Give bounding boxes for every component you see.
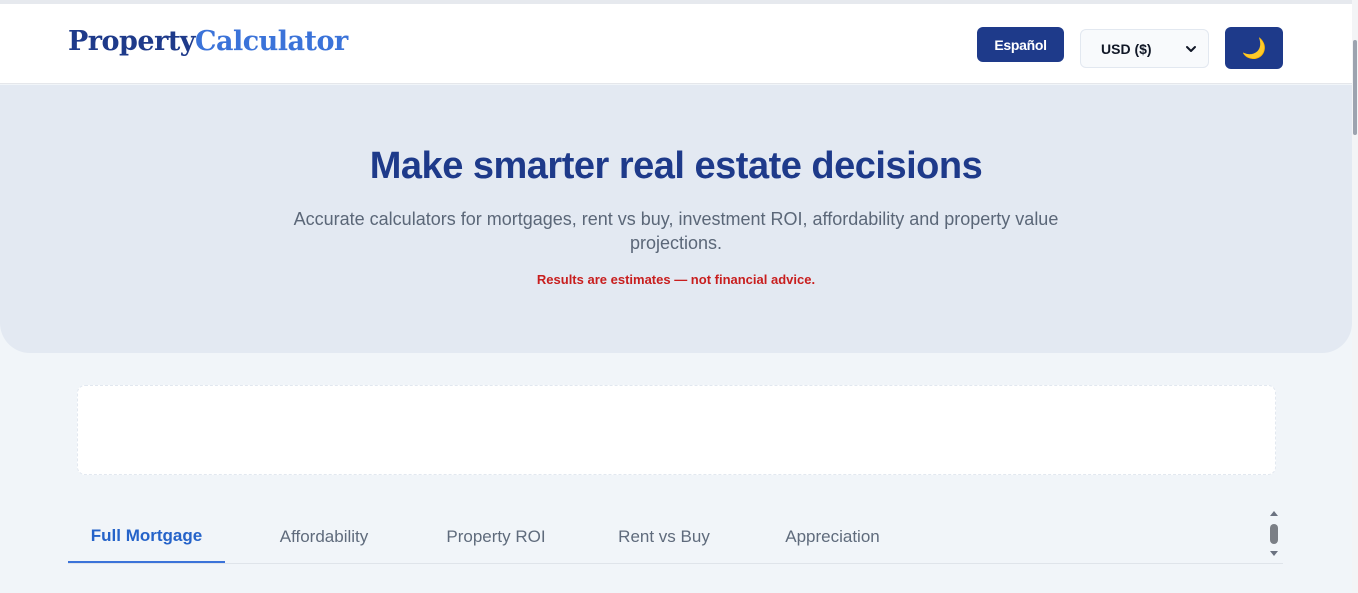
- scroll-up-arrow-icon: [1270, 511, 1278, 516]
- tab-full-mortgage[interactable]: Full Mortgage: [68, 510, 225, 563]
- scroll-thumb: [1270, 524, 1278, 544]
- tab-rent-vs-buy[interactable]: Rent vs Buy: [600, 510, 728, 563]
- hero-section: Make smarter real estate decisions Accur…: [0, 85, 1352, 353]
- theme-toggle-button[interactable]: 🌙: [1225, 27, 1283, 69]
- hero-title: Make smarter real estate decisions: [369, 145, 983, 187]
- moon-icon: 🌙: [1241, 36, 1267, 60]
- page-scrollbar[interactable]: [1352, 0, 1358, 593]
- language-button[interactable]: Español: [977, 27, 1064, 62]
- site-header: PropertyCalculator Español USD ($) 🌙: [0, 4, 1352, 84]
- ad-placeholder: [77, 385, 1276, 475]
- tab-property-roi[interactable]: Property ROI: [430, 510, 562, 563]
- tab-appreciation[interactable]: Appreciation: [768, 510, 897, 563]
- calculator-tabs: Full Mortgage Affordability Property ROI…: [68, 510, 1283, 564]
- page-scroll-thumb[interactable]: [1353, 40, 1357, 135]
- tab-affordability[interactable]: Affordability: [258, 510, 390, 563]
- logo-text-property: Property: [68, 26, 195, 57]
- currency-select-value: USD ($): [1101, 40, 1152, 57]
- chevron-down-icon: [1186, 46, 1196, 52]
- hero-subtitle: Accurate calculators for mortgages, rent…: [293, 209, 1059, 253]
- tabs-scrollbar[interactable]: [1267, 510, 1281, 560]
- disclaimer-text: Results are estimates — not financial ad…: [536, 272, 816, 287]
- scroll-down-arrow-icon: [1270, 551, 1278, 556]
- currency-select[interactable]: USD ($): [1080, 29, 1209, 68]
- logo-text-calculator: Calculator: [194, 26, 348, 57]
- site-logo[interactable]: PropertyCalculator: [68, 26, 348, 57]
